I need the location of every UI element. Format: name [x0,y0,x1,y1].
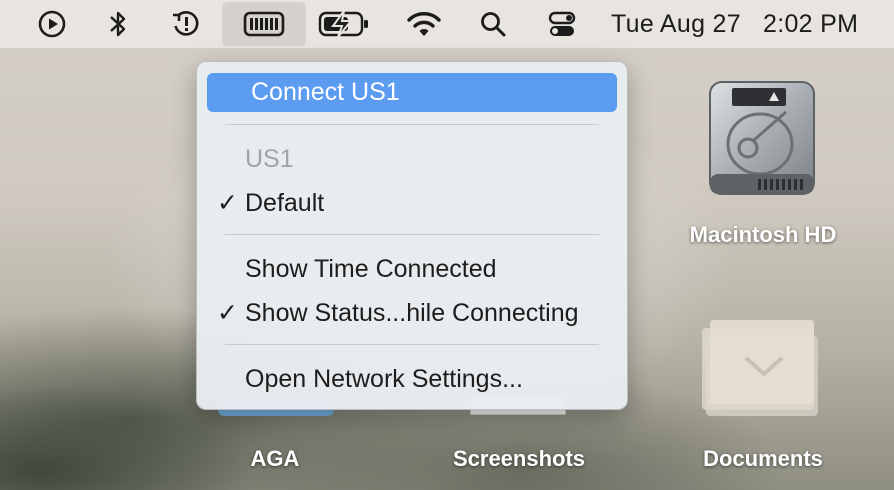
wifi-icon[interactable] [404,0,444,48]
vpn-icon[interactable] [222,2,306,46]
menu-bar-date[interactable]: Tue Aug 27 [611,0,741,48]
checkmark-icon: ✓ [217,189,238,217]
menu-section-header: US1 [245,145,294,173]
control-center-icon[interactable] [544,0,580,48]
menu-item-show-status-while-connecting[interactable]: Show Status...hile Connecting [245,299,579,328]
menu-item-open-network-settings[interactable]: Open Network Settings... [245,365,523,394]
menu-separator [225,234,599,235]
battery-charging-icon[interactable] [316,0,372,48]
menu-separator [225,344,599,345]
menu-bar: Tue Aug 27 2:02 PM [0,0,894,48]
checkmark-icon: ✓ [217,299,238,327]
play-circle-icon[interactable] [34,0,70,48]
menu-bar-time[interactable]: 2:02 PM [763,0,858,48]
desktop-item-label: Macintosh HD [689,222,837,247]
folder-icon [702,320,818,416]
menu-item-default[interactable]: Default [245,189,324,218]
hard-drive-icon [709,81,815,195]
menu-item-connect-label: Connect US1 [251,78,400,106]
search-icon[interactable] [476,0,510,48]
vpn-dropdown-menu: Connect US1 US1 ✓ Default Show Time Conn… [196,61,628,410]
menu-separator [225,124,599,125]
clock-alert-icon[interactable] [168,0,204,48]
desktop-item-label: Screenshots [452,446,586,471]
desktop-item-label: Documents [703,446,823,471]
bluetooth-icon[interactable] [102,0,134,48]
menu-item-show-time-connected[interactable]: Show Time Connected [245,255,497,284]
desktop-item-label: AGA [250,446,300,471]
